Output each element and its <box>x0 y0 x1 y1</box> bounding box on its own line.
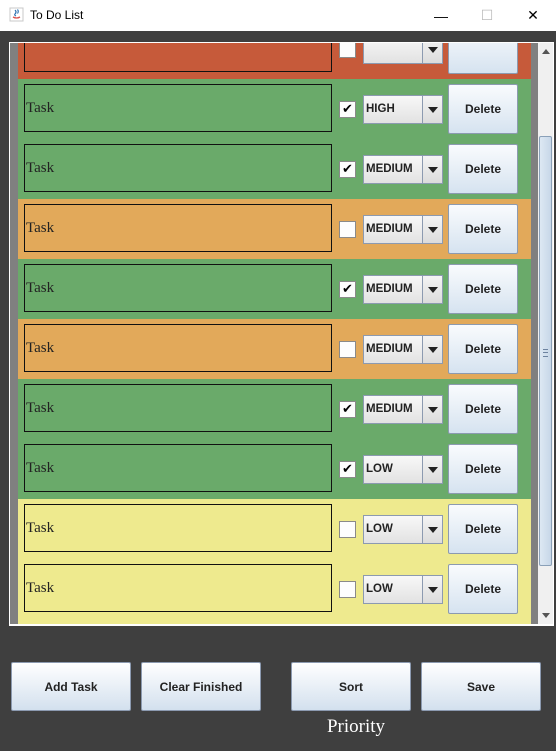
vertical-scrollbar[interactable] <box>538 43 553 624</box>
priority-value: MEDIUM <box>366 223 413 235</box>
chevron-down-icon[interactable] <box>422 336 442 363</box>
delete-button[interactable]: Delete <box>448 564 518 614</box>
task-row: Task MEDIUM Delete <box>18 319 531 379</box>
task-text-field[interactable] <box>24 43 332 72</box>
close-button[interactable]: ✕ <box>510 0 556 31</box>
delete-button[interactable]: Delete <box>448 444 518 494</box>
task-row: Task ✔ HIGH Delete <box>18 79 531 139</box>
priority-combobox[interactable]: MEDIUM <box>363 395 443 424</box>
task-text-field[interactable]: Task <box>24 384 332 432</box>
delete-button[interactable]: Delete <box>448 204 518 254</box>
checked-checkbox[interactable]: ✔ <box>339 461 356 478</box>
chevron-down-icon[interactable] <box>422 576 442 603</box>
task-row: Task MEDIUM Delete <box>18 199 531 259</box>
task-text-field[interactable]: Task <box>24 84 332 132</box>
priority-value: LOW <box>366 523 393 535</box>
chevron-down-icon[interactable] <box>422 156 442 183</box>
task-row: Task LOW Delete <box>18 499 531 559</box>
task-row <box>18 619 531 624</box>
task-text-field[interactable]: Task <box>24 204 332 252</box>
priority-combobox[interactable]: HIGH <box>363 95 443 124</box>
scrollbar-thumb[interactable] <box>539 136 552 566</box>
priority-combobox[interactable]: MEDIUM <box>363 335 443 364</box>
priority-value: MEDIUM <box>366 343 413 355</box>
add-task-button[interactable]: Add Task <box>11 662 131 711</box>
grip-icon <box>543 349 548 357</box>
task-row: Task ✔ LOW Delete <box>18 439 531 499</box>
task-text-field[interactable]: Task <box>24 264 332 312</box>
priority-value: LOW <box>366 583 393 595</box>
done-checkbox[interactable] <box>339 221 356 238</box>
done-checkbox[interactable] <box>339 341 356 358</box>
task-row: Task ✔ MEDIUM Delete <box>18 139 531 199</box>
minimize-button[interactable]: — <box>418 0 464 31</box>
task-text-field[interactable]: Task <box>24 564 332 612</box>
priority-value: MEDIUM <box>366 403 413 415</box>
chevron-down-icon[interactable] <box>422 276 442 303</box>
task-list-viewport: Task ✔ HIGH Delete Task ✔ MEDIUM Delete … <box>10 43 538 624</box>
priority-value: HIGH <box>366 103 395 115</box>
task-text-field[interactable]: Task <box>24 504 332 552</box>
priority-value: MEDIUM <box>366 283 413 295</box>
delete-button[interactable]: Delete <box>448 384 518 434</box>
sort-button[interactable]: Sort <box>291 662 411 711</box>
chevron-down-icon[interactable] <box>422 456 442 483</box>
window-title: To Do List <box>30 8 84 22</box>
task-row: Task LOW Delete <box>18 559 531 619</box>
checked-checkbox[interactable]: ✔ <box>339 161 356 178</box>
priority-combobox[interactable]: MEDIUM <box>363 215 443 244</box>
priority-value: LOW <box>366 463 393 475</box>
priority-combobox[interactable] <box>363 43 443 64</box>
chevron-down-icon[interactable] <box>422 516 442 543</box>
task-row <box>18 43 531 79</box>
scroll-up-arrow-icon[interactable] <box>538 43 553 60</box>
task-text-field[interactable]: Task <box>24 144 332 192</box>
checked-checkbox[interactable]: ✔ <box>339 101 356 118</box>
save-button[interactable]: Save <box>421 662 541 711</box>
task-scroll-pane: Task ✔ HIGH Delete Task ✔ MEDIUM Delete … <box>9 42 554 626</box>
task-list: Task ✔ HIGH Delete Task ✔ MEDIUM Delete … <box>18 43 531 624</box>
chevron-down-icon[interactable] <box>422 43 442 63</box>
maximize-button[interactable]: ☐ <box>464 0 510 31</box>
checked-checkbox[interactable]: ✔ <box>339 281 356 298</box>
priority-combobox[interactable]: MEDIUM <box>363 155 443 184</box>
task-row: Task ✔ MEDIUM Delete <box>18 379 531 439</box>
priority-combobox[interactable]: LOW <box>363 515 443 544</box>
done-checkbox[interactable] <box>339 43 356 58</box>
delete-button[interactable]: Delete <box>448 504 518 554</box>
delete-button[interactable]: Delete <box>448 144 518 194</box>
scroll-down-arrow-icon[interactable] <box>538 607 553 624</box>
chevron-down-icon[interactable] <box>422 396 442 423</box>
delete-button[interactable]: Delete <box>448 84 518 134</box>
done-checkbox[interactable] <box>339 521 356 538</box>
chevron-down-icon[interactable] <box>422 216 442 243</box>
task-text-field[interactable]: Task <box>24 324 332 372</box>
delete-button[interactable] <box>448 43 518 74</box>
chevron-down-icon[interactable] <box>422 96 442 123</box>
sort-mode-label: Priority <box>326 716 386 737</box>
task-text-field[interactable]: Task <box>24 444 332 492</box>
task-row: Task ✔ MEDIUM Delete <box>18 259 531 319</box>
title-bar: To Do List — ☐ ✕ <box>0 0 556 32</box>
priority-value: MEDIUM <box>366 163 413 175</box>
delete-button[interactable]: Delete <box>448 264 518 314</box>
java-app-icon <box>9 7 24 22</box>
delete-button[interactable]: Delete <box>448 324 518 374</box>
done-checkbox[interactable] <box>339 581 356 598</box>
priority-combobox[interactable]: MEDIUM <box>363 275 443 304</box>
priority-combobox[interactable]: LOW <box>363 455 443 484</box>
checked-checkbox[interactable]: ✔ <box>339 401 356 418</box>
clear-finished-button[interactable]: Clear Finished <box>141 662 261 711</box>
priority-combobox[interactable]: LOW <box>363 575 443 604</box>
